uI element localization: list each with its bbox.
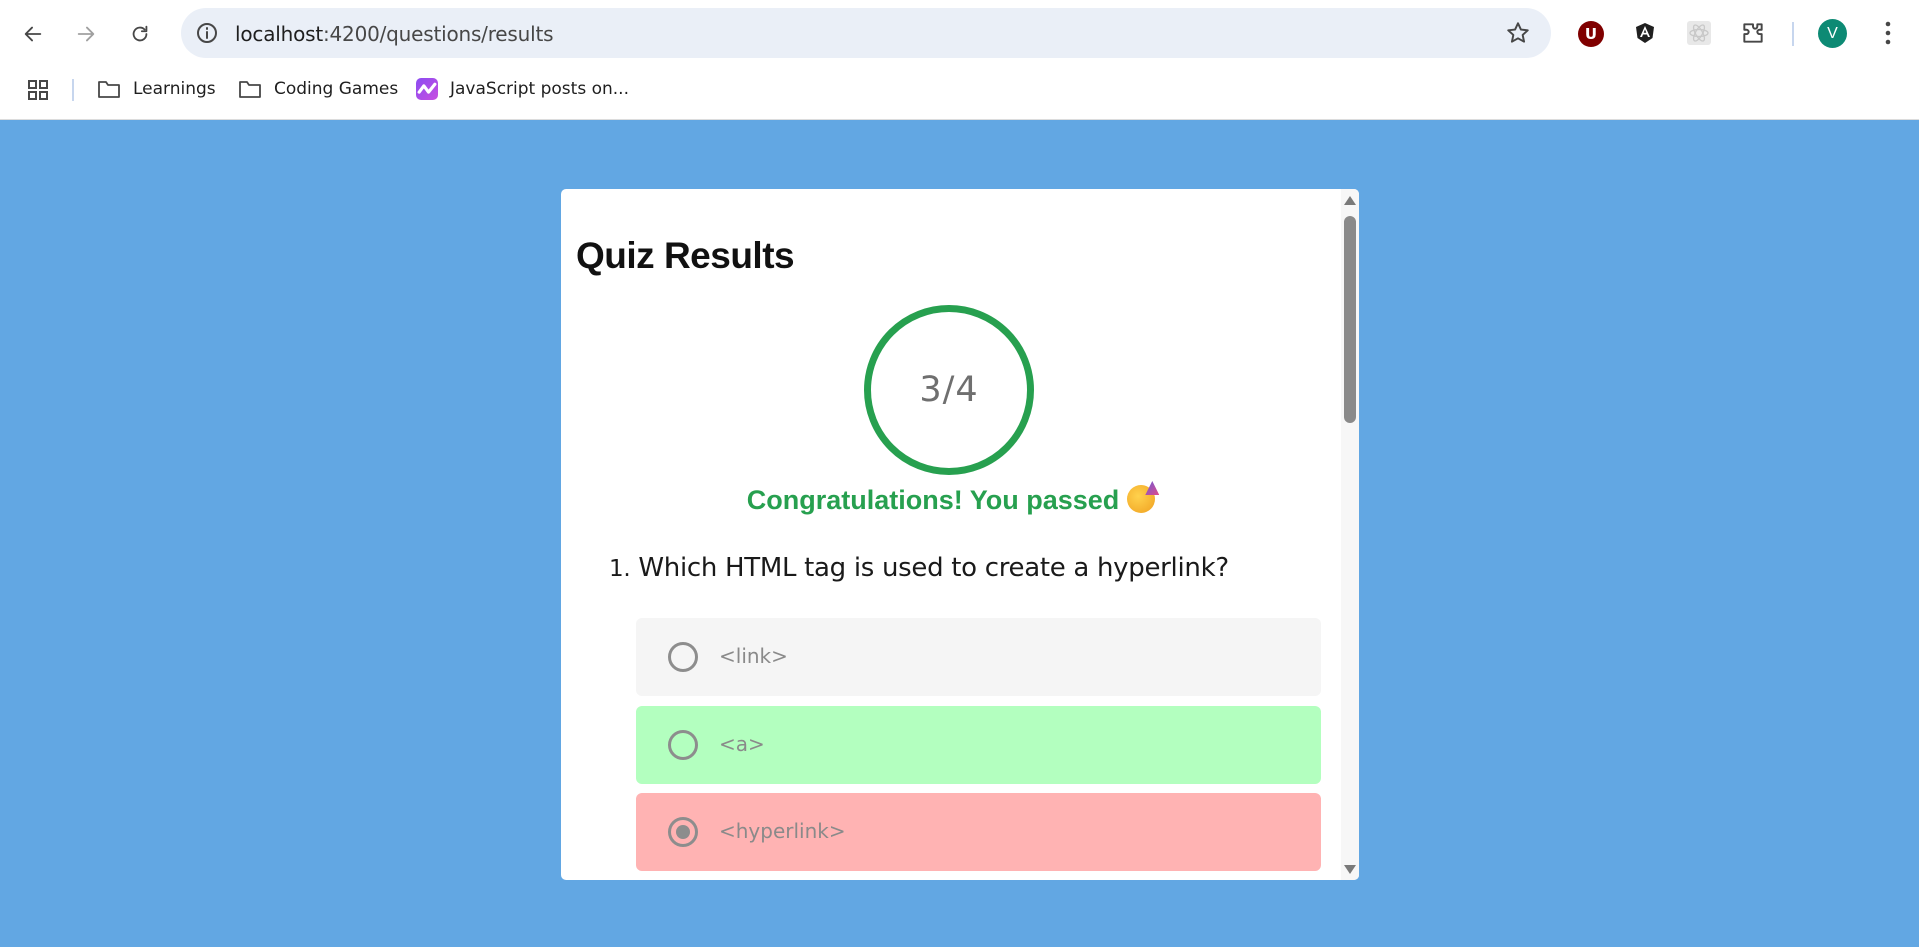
react-icon <box>1687 21 1711 45</box>
bookmarks-separator <box>72 79 74 101</box>
profile-avatar[interactable]: V <box>1818 19 1847 48</box>
browser-toolbar: localhost:4200/questions/results U V <box>0 0 1919 67</box>
scrollbar[interactable] <box>1341 189 1359 880</box>
dev-community-icon <box>416 78 438 100</box>
quiz-results-content: Quiz Results 3/4 Congratulations! You pa… <box>561 189 1341 880</box>
bookmark-coding-games[interactable]: Coding Games <box>238 76 398 102</box>
pass-message-text: Congratulations! You passed <box>746 485 1120 515</box>
bookmark-learnings[interactable]: Learnings <box>97 76 216 102</box>
answer-option-wrong[interactable]: <hyperlink> <box>636 793 1321 871</box>
score-ring: 3/4 <box>864 305 1034 475</box>
back-arrow-icon <box>24 26 42 42</box>
browser-chrome: localhost:4200/questions/results U V Lea… <box>0 0 1919 120</box>
forward-button[interactable] <box>66 14 106 54</box>
extensions-button[interactable] <box>1738 18 1768 48</box>
forward-arrow-icon <box>77 26 95 42</box>
angular-icon <box>1636 23 1654 43</box>
puzzle-icon <box>1743 23 1763 43</box>
reload-button[interactable] <box>120 14 160 54</box>
score-text: 3/4 <box>919 370 979 410</box>
bookmark-javascript-posts[interactable]: JavaScript posts on... <box>416 76 629 102</box>
react-devtools-extension-icon[interactable] <box>1684 18 1714 48</box>
url-text[interactable]: localhost:4200/questions/results <box>235 22 554 46</box>
address-bar[interactable]: localhost:4200/questions/results <box>181 8 1551 58</box>
answer-option-correct[interactable]: <a> <box>636 706 1321 784</box>
answer-option-label: <hyperlink> <box>719 819 846 843</box>
ublock-extension-icon[interactable]: U <box>1578 21 1604 47</box>
toolbar-separator <box>1792 22 1794 46</box>
more-menu-icon[interactable] <box>1876 18 1900 48</box>
scrollbar-thumb[interactable] <box>1344 216 1356 423</box>
ublock-letter: U <box>1584 25 1598 43</box>
radio-button[interactable] <box>668 642 698 672</box>
bookmark-star-icon[interactable] <box>1505 20 1531 46</box>
apps-grid-icon[interactable] <box>27 79 49 101</box>
scroll-down-arrow-icon[interactable] <box>1344 865 1356 874</box>
page-title: Quiz Results <box>576 235 795 276</box>
answer-option-label: <link> <box>719 644 788 668</box>
question-number: 1. <box>609 556 631 582</box>
bookmarks-bar: Learnings Coding Games JavaScript posts … <box>0 70 1919 108</box>
back-button[interactable] <box>13 14 53 54</box>
url-host: localhost <box>235 22 323 46</box>
answer-option[interactable]: <link> <box>636 618 1321 696</box>
party-face-icon <box>1127 485 1156 513</box>
answer-option-label: <a> <box>719 732 765 756</box>
question-1: 1. Which HTML tag is used to create a hyp… <box>609 553 1229 583</box>
folder-icon <box>98 81 120 98</box>
reload-icon <box>132 25 148 42</box>
pass-message: Congratulations! You passed <box>561 485 1341 516</box>
avatar-letter: V <box>1827 24 1838 42</box>
site-info-icon[interactable] <box>195 21 219 45</box>
bookmark-label: JavaScript posts on... <box>450 79 629 99</box>
question-text: Which HTML tag is used to create a hyper… <box>638 553 1229 583</box>
scroll-up-arrow-icon[interactable] <box>1344 196 1356 205</box>
angular-devtools-extension-icon[interactable] <box>1630 18 1660 48</box>
folder-icon <box>239 81 261 98</box>
url-path: :4200/questions/results <box>322 22 554 46</box>
bookmark-label: Coding Games <box>274 79 399 99</box>
quiz-results-card: Quiz Results 3/4 Congratulations! You pa… <box>561 189 1359 880</box>
radio-button[interactable] <box>668 730 698 760</box>
bookmark-label: Learnings <box>133 79 216 99</box>
radio-button-selected[interactable] <box>668 817 698 847</box>
